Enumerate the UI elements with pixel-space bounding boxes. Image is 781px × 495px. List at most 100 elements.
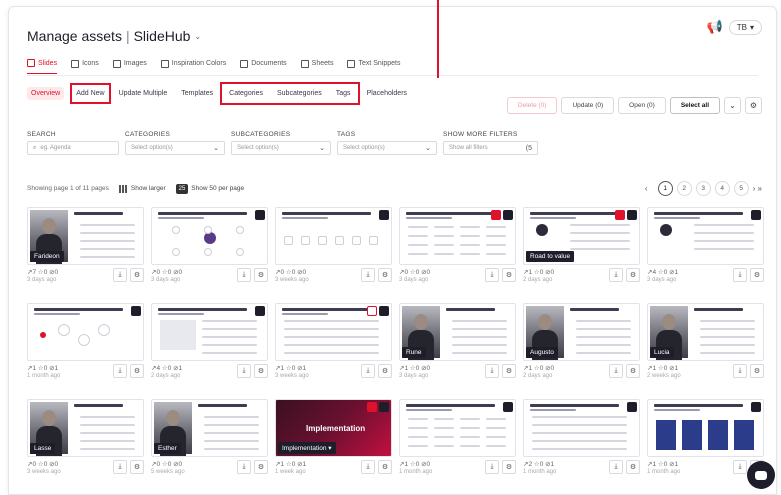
link-icon[interactable]: [615, 210, 625, 220]
download-icon[interactable]: ⤓: [733, 364, 747, 378]
user-menu[interactable]: TB ▾: [728, 19, 762, 35]
slide-card[interactable]: ↗0 ☆0 ⊘0 3 days ago ⤓ ⚙: [151, 207, 268, 295]
slide-thumbnail[interactable]: [27, 303, 144, 361]
gear-icon[interactable]: ⚙: [750, 268, 764, 282]
gear-icon[interactable]: ⚙: [750, 364, 764, 378]
slide-thumbnail[interactable]: [399, 399, 516, 457]
slide-card[interactable]: ↗4 ☆0 ⊘1 3 days ago ⤓ ⚙: [647, 207, 764, 295]
gear-icon[interactable]: ⚙: [254, 460, 268, 474]
subnav-categories[interactable]: Categories: [227, 87, 265, 100]
expand-icon[interactable]: [503, 402, 513, 412]
download-icon[interactable]: ⤓: [113, 364, 127, 378]
categories-select[interactable]: Select option(s) ⌄: [125, 141, 225, 155]
chat-button[interactable]: [747, 461, 775, 489]
expand-icon[interactable]: [627, 402, 637, 412]
show-larger-toggle[interactable]: Show larger: [118, 184, 166, 193]
download-icon[interactable]: ⤓: [237, 268, 251, 282]
expand-icon[interactable]: [255, 210, 265, 220]
slide-thumbnail[interactable]: [275, 207, 392, 265]
lock-icon[interactable]: [491, 210, 501, 220]
slide-card[interactable]: Farideon ↗7 ☆0 ⊘0 3 days ago ⤓ ⚙: [27, 207, 144, 295]
slide-thumbnail[interactable]: Rune: [399, 303, 516, 361]
gear-icon[interactable]: ⚙: [378, 460, 392, 474]
download-icon[interactable]: ⤓: [485, 460, 499, 474]
tags-select[interactable]: Select option(s) ⌄: [337, 141, 437, 155]
workspace-switcher[interactable]: SlideHub: [134, 28, 191, 44]
page-2[interactable]: 2: [676, 181, 692, 196]
slide-card[interactable]: Lucia ↗1 ☆0 ⊘1 2 weeks ago ⤓ ⚙: [647, 303, 764, 391]
download-icon[interactable]: ⤓: [485, 268, 499, 282]
download-icon[interactable]: ⤓: [609, 460, 623, 474]
search-input[interactable]: ⌕ eg. Agenda: [27, 141, 119, 155]
show-all-filters-select[interactable]: Show all filters (5: [443, 141, 538, 155]
gear-icon[interactable]: ⚙: [130, 460, 144, 474]
slide-thumbnail[interactable]: [523, 399, 640, 457]
next-page-icon[interactable]: › »: [753, 181, 762, 196]
update-button[interactable]: Update (0): [561, 97, 615, 114]
chevron-down-icon[interactable]: ⌄: [724, 97, 741, 114]
slide-thumbnail[interactable]: [275, 303, 392, 361]
megaphone-icon[interactable]: 📢: [707, 19, 723, 35]
slide-card[interactable]: ↗4 ☆0 ⊘1 2 days ago ⤓ ⚙: [151, 303, 268, 391]
slide-thumbnail[interactable]: [647, 399, 764, 457]
slide-thumbnail[interactable]: Augusto: [523, 303, 640, 361]
page-3[interactable]: 3: [695, 181, 711, 196]
tab-documents[interactable]: Documents: [240, 59, 287, 74]
gear-icon[interactable]: ⚙: [254, 364, 268, 378]
slide-card[interactable]: Esther ↗0 ☆0 ⊘0 5 weeks ago ⤓ ⚙: [151, 399, 268, 487]
download-icon[interactable]: ⤓: [113, 460, 127, 474]
gear-icon[interactable]: ⚙: [130, 268, 144, 282]
slide-thumbnail[interactable]: Road to value: [523, 207, 640, 265]
expand-icon[interactable]: [255, 306, 265, 316]
expand-icon[interactable]: [751, 210, 761, 220]
lock-icon[interactable]: [367, 402, 377, 412]
page-5[interactable]: 5: [733, 181, 749, 196]
download-icon[interactable]: ⤓: [609, 364, 623, 378]
expand-icon[interactable]: [379, 402, 389, 412]
gear-icon[interactable]: ⚙: [378, 364, 392, 378]
subnav-subcategories[interactable]: Subcategories: [275, 87, 324, 100]
slide-thumbnail[interactable]: Lucia: [647, 303, 764, 361]
gear-icon[interactable]: ⚙: [502, 460, 516, 474]
subnav-placeholders[interactable]: Placeholders: [365, 87, 409, 100]
gear-icon[interactable]: ⚙: [626, 364, 640, 378]
tab-sheets[interactable]: Sheets: [300, 59, 333, 74]
expand-icon[interactable]: [379, 210, 389, 220]
expand-icon[interactable]: [751, 402, 761, 412]
page-1[interactable]: 1: [657, 181, 673, 196]
subnav-update-multiple[interactable]: Update Multiple: [117, 87, 170, 100]
expand-icon[interactable]: [503, 210, 513, 220]
slide-card[interactable]: ↗0 ☆0 ⊘0 3 days ago ⤓ ⚙: [399, 207, 516, 295]
slide-card[interactable]: Lasse ↗0 ☆0 ⊘0 3 weeks ago ⤓ ⚙: [27, 399, 144, 487]
download-icon[interactable]: ⤓: [113, 268, 127, 282]
subnav-overview[interactable]: Overview: [27, 87, 65, 100]
slide-card[interactable]: Augusto ↗1 ☆0 ⊘0 2 days ago ⤓ ⚙: [523, 303, 640, 391]
subnav-tags[interactable]: Tags: [334, 87, 353, 100]
download-icon[interactable]: ⤓: [609, 268, 623, 282]
slide-thumbnail[interactable]: Lasse: [27, 399, 144, 457]
slide-card[interactable]: ↗2 ☆0 ⊘1 1 month ago ⤓ ⚙: [523, 399, 640, 487]
gear-icon[interactable]: ⚙: [130, 364, 144, 378]
tab-images[interactable]: Images: [112, 59, 147, 74]
slide-card[interactable]: ↗1 ☆0 ⊘0 1 month ago ⤓ ⚙: [399, 399, 516, 487]
download-icon[interactable]: ⤓: [485, 364, 499, 378]
tab-icons[interactable]: Icons: [71, 59, 99, 74]
expand-icon[interactable]: [379, 306, 389, 316]
open-button[interactable]: Open (0): [618, 97, 666, 114]
download-icon[interactable]: ⤓: [361, 268, 375, 282]
download-icon[interactable]: ⤓: [361, 364, 375, 378]
gear-icon[interactable]: ⚙: [502, 364, 516, 378]
gear-icon[interactable]: ⚙: [626, 460, 640, 474]
slide-card[interactable]: ↗1 ☆0 ⊘11 month ago ⤓⚙: [27, 303, 144, 391]
prev-page-icon[interactable]: ‹: [639, 181, 654, 196]
download-icon[interactable]: ⤓: [733, 268, 747, 282]
gear-icon[interactable]: ⚙: [254, 268, 268, 282]
gear-icon[interactable]: ⚙: [378, 268, 392, 282]
download-icon[interactable]: ⤓: [237, 460, 251, 474]
slide-thumbnail[interactable]: [151, 303, 268, 361]
slide-thumbnail[interactable]: [151, 207, 268, 265]
slide-thumbnail[interactable]: [647, 207, 764, 265]
delete-button[interactable]: Delete (0): [506, 97, 558, 114]
slide-card[interactable]: Implementation Implementation ▾ ↗1 ☆0 ⊘1 1 …: [275, 399, 392, 487]
slide-thumbnail[interactable]: [399, 207, 516, 265]
